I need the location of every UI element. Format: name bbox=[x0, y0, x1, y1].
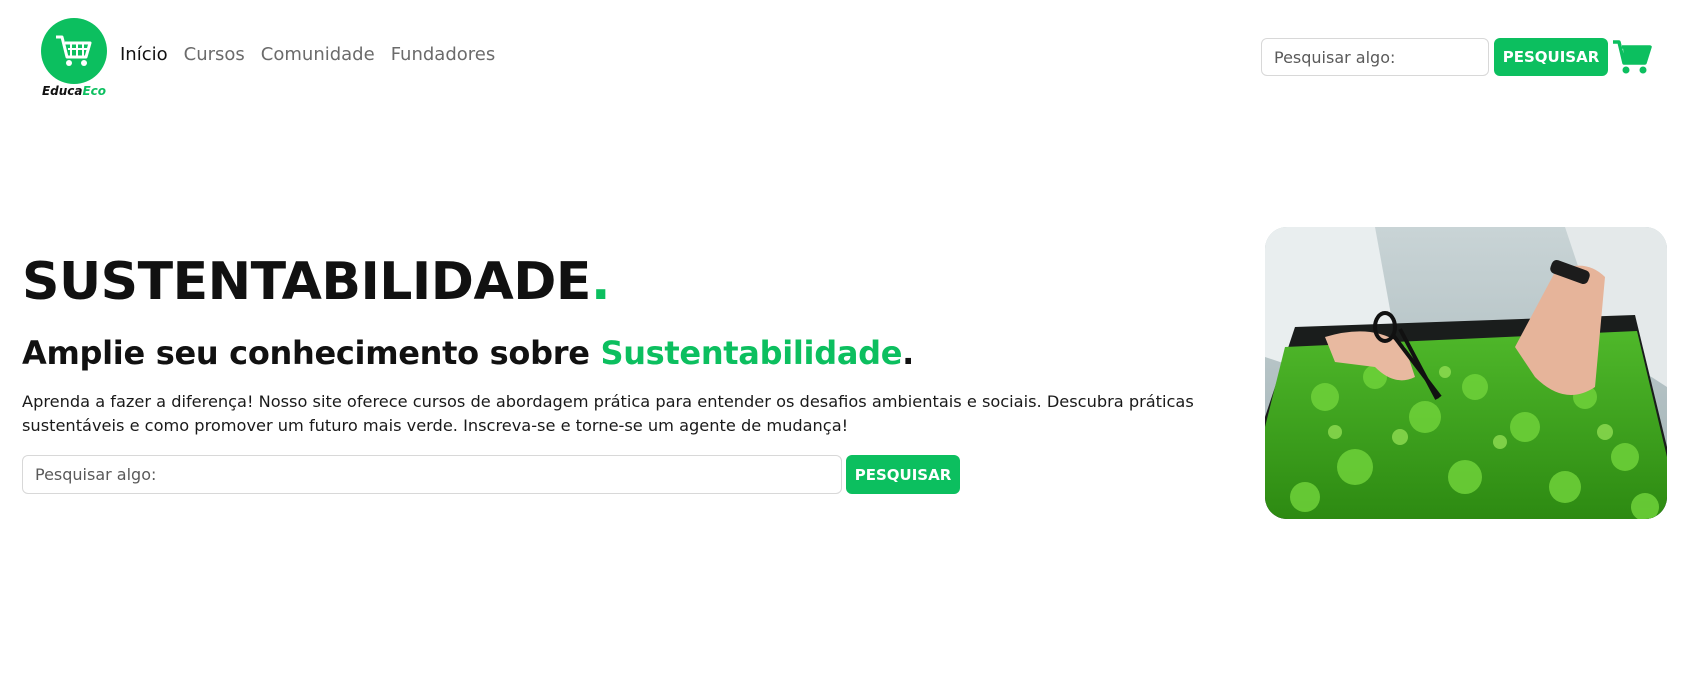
nav-item-comunidade[interactable]: Comunidade bbox=[261, 44, 375, 65]
navbar: EducaEco Início Cursos Comunidade Fundad… bbox=[0, 0, 1686, 110]
hero-title: SUSTENTABILIDADE. bbox=[22, 252, 611, 312]
hero-title-text: SUSTENTABILIDADE bbox=[22, 252, 591, 312]
brand-name-part2: Eco bbox=[82, 84, 107, 98]
hero-subtitle-suffix: . bbox=[902, 334, 914, 372]
shopping-cart-icon bbox=[1613, 40, 1652, 74]
hero-title-dot: . bbox=[590, 252, 611, 312]
shopping-cart-icon bbox=[56, 35, 92, 66]
brand-name-part1: Educa bbox=[41, 84, 83, 98]
nav-item-inicio[interactable]: Início bbox=[120, 44, 168, 65]
hero-subtitle-accent: Sustentabilidade bbox=[600, 334, 903, 372]
hero-search-input[interactable] bbox=[22, 455, 842, 494]
main-nav: Início Cursos Comunidade Fundadores bbox=[120, 44, 495, 65]
hero-subtitle: Amplie seu conhecimento sobre Sustentabi… bbox=[22, 334, 914, 372]
hero-search-button[interactable]: PESQUISAR bbox=[846, 455, 960, 494]
brand-name: EducaEco bbox=[38, 84, 110, 98]
nav-search-button[interactable]: PESQUISAR bbox=[1494, 38, 1608, 76]
logo-badge bbox=[41, 18, 107, 84]
nav-search-input[interactable] bbox=[1261, 38, 1489, 76]
hero-image bbox=[1265, 227, 1667, 519]
brand-logo[interactable]: EducaEco bbox=[38, 18, 110, 102]
hero-description: Aprenda a fazer a diferença! Nosso site … bbox=[22, 392, 1194, 435]
nav-item-fundadores[interactable]: Fundadores bbox=[391, 44, 496, 65]
cart-button[interactable] bbox=[1612, 38, 1652, 76]
hero-subtitle-prefix: Amplie seu conhecimento sobre bbox=[22, 334, 601, 372]
microgreens-photo bbox=[1265, 227, 1667, 519]
nav-item-cursos[interactable]: Cursos bbox=[184, 44, 245, 65]
